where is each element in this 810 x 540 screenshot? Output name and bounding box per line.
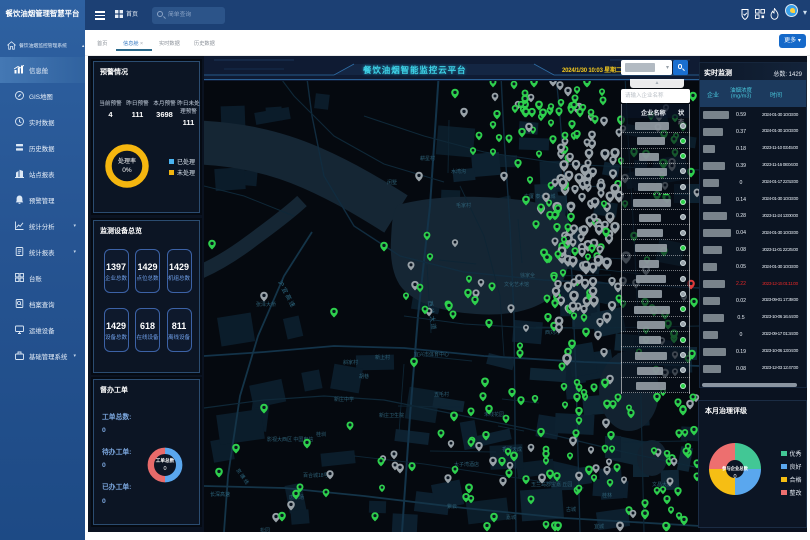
svg-text:徐家全: 徐家全 [520, 272, 535, 279]
svg-text:闲墅: 闲墅 [387, 179, 397, 186]
svg-text:太子湾酒店: 太子湾酒店 [454, 461, 479, 468]
svg-text:胡巷: 胡巷 [359, 373, 369, 380]
svg-text:耕星村: 耕星村 [420, 155, 435, 162]
svg-text:桂林: 桂林 [602, 492, 612, 499]
svg-text:宜兴市体育中心: 宜兴市体育中心 [414, 351, 449, 358]
svg-text:新上村: 新上村 [375, 354, 390, 361]
svg-text:玉兰岛郡宝嘉 丘园: 玉兰岛郡宝嘉 丘园 [531, 481, 572, 488]
svg-text:百合城18号: 百合城18号 [303, 472, 329, 479]
svg-text:长深高速: 长深高速 [210, 491, 230, 498]
svg-text:文化艺术馆: 文化艺术馆 [504, 281, 529, 288]
svg-text:五毛村: 五毛村 [434, 391, 449, 398]
svg-text:毛家村: 毛家村 [456, 202, 471, 209]
svg-text:新庄中学: 新庄中学 [334, 396, 354, 403]
svg-text:宜城: 宜城 [594, 523, 604, 530]
svg-text:张泽大桥: 张泽大桥 [256, 301, 276, 308]
svg-text:新庄卫生院: 新庄卫生院 [379, 412, 404, 419]
svg-text:斜家村: 斜家村 [343, 359, 358, 366]
svg-text:桂圳: 桂圳 [316, 431, 326, 438]
svg-text:紫云: 紫云 [447, 504, 457, 510]
svg-text:水湾沟: 水湾沟 [451, 168, 466, 175]
svg-text:古城: 古城 [566, 506, 576, 513]
svg-text:嘉城: 嘉城 [506, 514, 516, 521]
